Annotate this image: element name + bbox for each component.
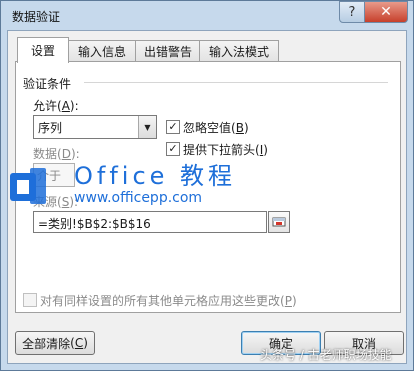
allow-select-value: 序列	[38, 121, 63, 135]
tab-ime-mode-label: 输入法模式	[208, 45, 269, 59]
checkmark-icon: ✓	[168, 120, 178, 133]
close-button[interactable]: ✕	[364, 1, 408, 23]
clear-all-key: C	[74, 336, 84, 350]
group-title: 验证条件	[23, 77, 72, 91]
help-button[interactable]: ?	[339, 1, 365, 23]
office-logo-icon	[10, 168, 46, 204]
allow-select[interactable]: 序列 ▼	[33, 115, 157, 139]
watermark-url: www.officepp.com	[74, 190, 203, 206]
tab-input-message-label: 输入信息	[77, 45, 126, 59]
source-input-value: =类别!$B$2:$B$16	[38, 217, 151, 231]
range-select-icon	[272, 217, 286, 227]
tab-error-alert-label: 出错警告	[143, 45, 192, 59]
tab-settings-label: 设置	[30, 44, 55, 58]
clear-all-label: 全部清除	[22, 336, 71, 351]
apply-all-label: 对有同样设置的所有其他单元格应用这些更改(P)	[40, 294, 297, 308]
range-select-button[interactable]	[268, 211, 290, 233]
checkmark-icon: ✓	[168, 142, 178, 155]
tab-ime-mode[interactable]: 输入法模式	[199, 40, 279, 62]
watermark-title: Office 教程	[74, 162, 237, 190]
ignore-blank-label[interactable]: 忽略空值(B)	[183, 119, 249, 136]
data-label: 数据(D):	[33, 147, 80, 161]
dialog-title: 数据验证	[12, 10, 61, 24]
tab-settings[interactable]: 设置	[17, 37, 69, 63]
tab-input-message[interactable]: 输入信息	[67, 40, 137, 62]
group-divider	[84, 82, 388, 83]
question-icon: ?	[348, 4, 356, 20]
source-input[interactable]: =类别!$B$2:$B$16	[33, 211, 267, 233]
ignore-blank-checkbox[interactable]: ✓	[166, 120, 180, 134]
allow-label: 允许(A):	[33, 99, 79, 113]
dropdown-arrow-checkbox[interactable]: ✓	[166, 142, 180, 156]
tab-error-alert[interactable]: 出错警告	[135, 40, 201, 62]
close-icon: ✕	[380, 4, 392, 20]
apply-all-checkbox[interactable]	[23, 293, 37, 307]
bottom-watermark: 头条号 / 古老师职场技能	[260, 348, 392, 362]
clear-all-button[interactable]: 全部清除(C)	[15, 331, 95, 355]
chevron-down-icon[interactable]: ▼	[138, 116, 156, 138]
